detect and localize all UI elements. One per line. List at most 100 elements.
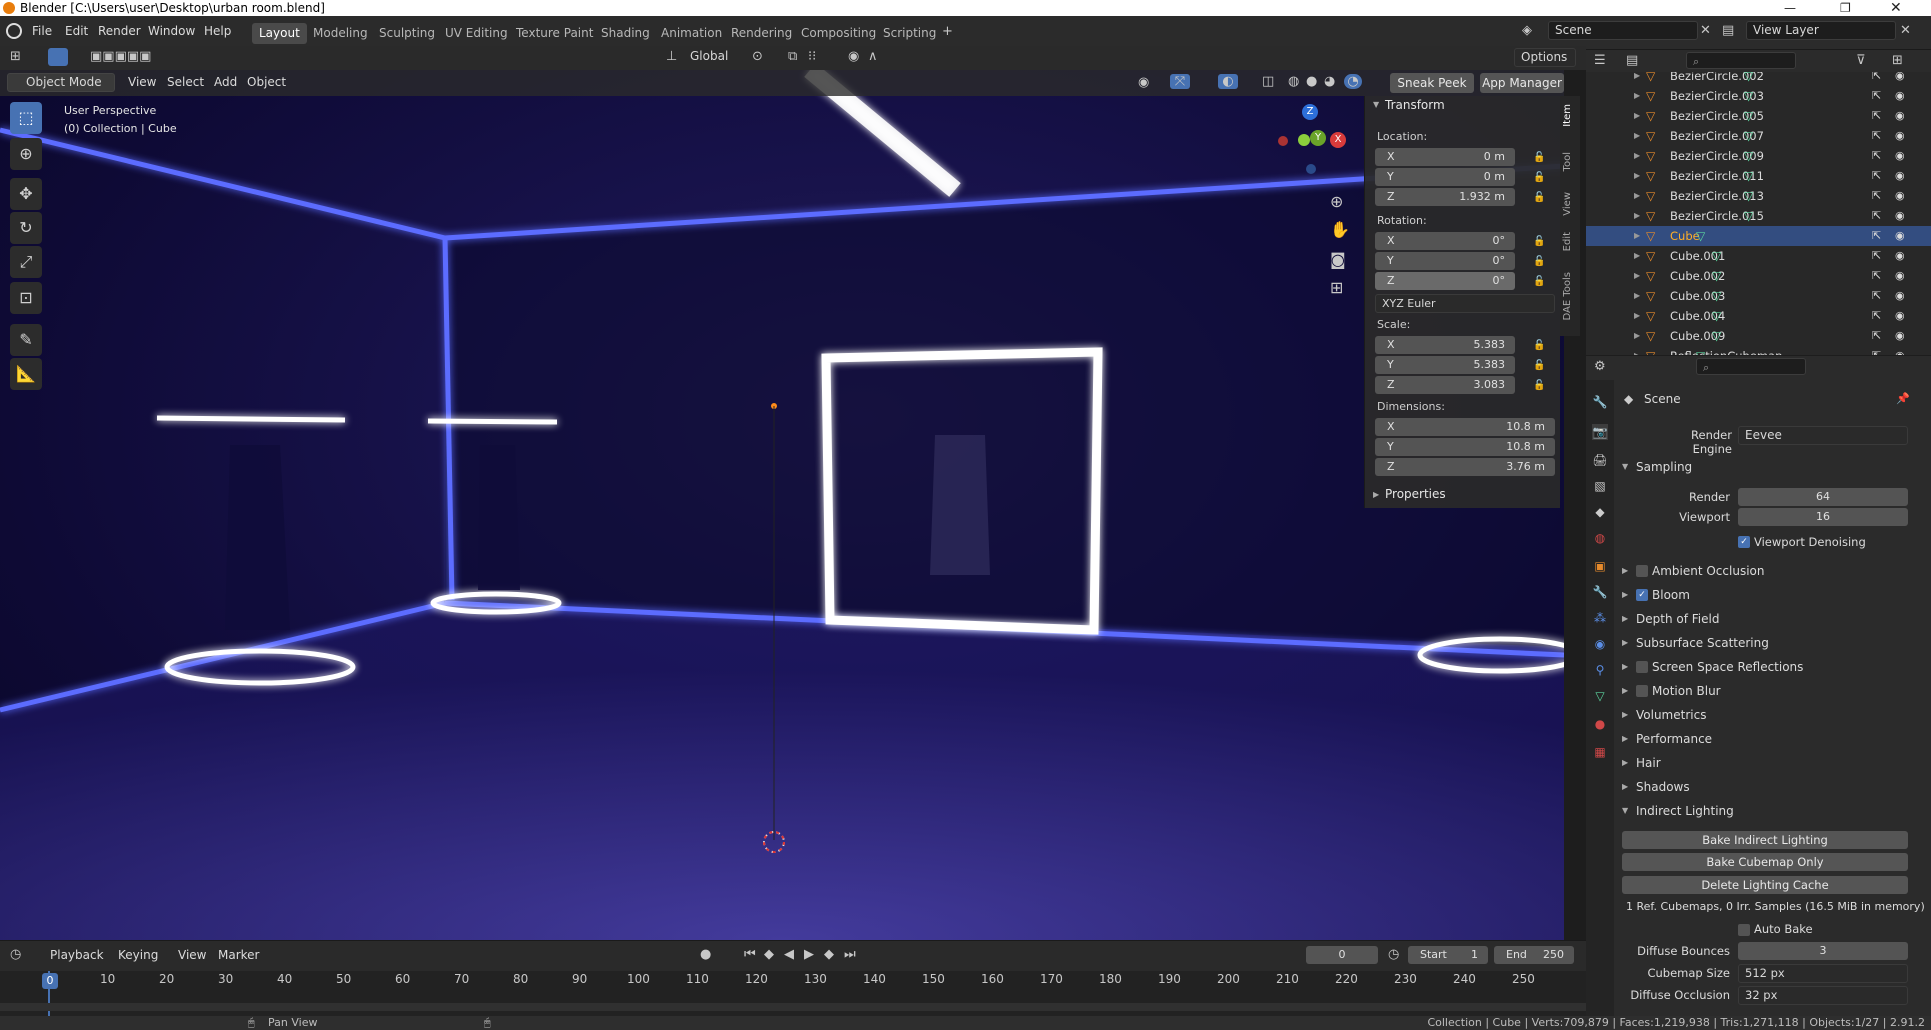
overlays-toggle-icon[interactable]: ◐ bbox=[1218, 74, 1238, 89]
tab-dae-tools[interactable]: DAE Tools bbox=[1562, 272, 1578, 321]
wireframe-shading-icon[interactable]: ◍ bbox=[1288, 74, 1299, 89]
expand-arrow-icon[interactable]: ▶ bbox=[1634, 206, 1640, 226]
location-x-field[interactable]: X 0 m bbox=[1375, 148, 1515, 166]
view-layer-icon[interactable]: ▤ bbox=[1722, 23, 1734, 38]
diffuse-bounces-field[interactable]: 3 bbox=[1738, 942, 1908, 960]
outliner-search-input[interactable]: ⌕ bbox=[1686, 52, 1796, 69]
view-layer-selector[interactable]: View Layer bbox=[1746, 21, 1896, 40]
auto-bake-checkbox[interactable] bbox=[1738, 924, 1750, 936]
gizmo-neg-x-icon[interactable] bbox=[1278, 136, 1288, 146]
section-enable-checkbox[interactable] bbox=[1636, 685, 1648, 697]
rotate-tool-icon[interactable]: ↻ bbox=[10, 212, 42, 244]
mode-dropdown[interactable]: Object Mode bbox=[7, 73, 115, 92]
settings-section-header[interactable]: ▶ Performance bbox=[1622, 728, 1912, 750]
output-tab-icon[interactable]: 🖨 bbox=[1592, 452, 1608, 468]
lock-icon[interactable]: 🔓 bbox=[1533, 172, 1545, 184]
material-tab-icon[interactable]: ● bbox=[1592, 716, 1608, 732]
tab-modeling[interactable]: Modeling bbox=[306, 23, 375, 44]
lock-icon[interactable]: 🔓 bbox=[1533, 152, 1545, 164]
scale-x-field[interactable]: X 5.383 bbox=[1375, 336, 1515, 354]
settings-section-header[interactable]: ▶ Screen Space Reflections bbox=[1622, 656, 1912, 678]
properties-expand-icon[interactable]: ▶ bbox=[1373, 490, 1379, 499]
expand-arrow-icon[interactable]: ▶ bbox=[1634, 146, 1640, 166]
gizmo-neg-y-icon[interactable] bbox=[1298, 134, 1310, 146]
outliner-item[interactable]: ▶ ▽ Cube.003 ▽ ⇱ ◉ bbox=[1586, 286, 1931, 306]
tab-sculpting[interactable]: Sculpting bbox=[372, 23, 442, 44]
add-workspace-icon[interactable]: + bbox=[942, 24, 953, 39]
menu-help[interactable]: Help bbox=[204, 24, 231, 38]
display-mode-icon[interactable]: ▤ bbox=[1626, 53, 1638, 68]
outliner-editor-icon[interactable]: ☰ bbox=[1594, 53, 1606, 68]
tab-compositing[interactable]: Compositing bbox=[794, 23, 883, 44]
sneak-peek-button[interactable]: Sneak Peek bbox=[1390, 73, 1474, 93]
selectable-icon[interactable]: ⇱ bbox=[1872, 186, 1881, 206]
diffuse-occlusion-dropdown[interactable]: 32 px bbox=[1738, 986, 1908, 1005]
indirect-lighting-panel-header[interactable]: ▼ Indirect Lighting bbox=[1622, 800, 1912, 822]
pin-icon[interactable]: 📌 bbox=[1896, 392, 1910, 405]
eye-icon[interactable]: ◉ bbox=[1895, 186, 1905, 206]
eye-icon[interactable]: ◉ bbox=[1895, 106, 1905, 126]
xray-icon[interactable]: ◫ bbox=[1262, 74, 1274, 89]
gizmo-neg-z-icon[interactable] bbox=[1306, 164, 1316, 174]
cursor-tool-icon[interactable]: ⊕ bbox=[10, 138, 42, 170]
settings-section-header[interactable]: ▶ Volumetrics bbox=[1622, 704, 1912, 726]
options-dropdown[interactable]: Options bbox=[1514, 48, 1576, 67]
gizmo-toggle-icon[interactable]: ⤧ bbox=[1170, 74, 1190, 89]
outliner-item[interactable]: ▶ ▽ BezierCircle.002 ▽ ⇱ ◉ bbox=[1586, 72, 1931, 86]
pan-hand-icon[interactable]: ✋ bbox=[1330, 220, 1350, 239]
eye-icon[interactable]: ◉ bbox=[1895, 346, 1905, 355]
marker-menu[interactable]: Marker bbox=[218, 948, 259, 962]
outliner-item[interactable]: ▶ ▽ Cube.009 ▽ ⇱ ◉ bbox=[1586, 326, 1931, 346]
expand-arrow-icon[interactable]: ▶ bbox=[1634, 346, 1640, 355]
lock-icon[interactable]: 🔓 bbox=[1533, 236, 1545, 248]
zoom-icon[interactable]: ⊕ bbox=[1330, 192, 1343, 211]
tab-scripting[interactable]: Scripting bbox=[876, 23, 943, 44]
section-enable-checkbox[interactable] bbox=[1636, 565, 1648, 577]
selectable-icon[interactable]: ⇱ bbox=[1872, 86, 1881, 106]
outliner-item[interactable]: ▶ ▽ BezierCircle.005 ▽ ⇱ ◉ bbox=[1586, 106, 1931, 126]
expand-arrow-icon[interactable]: ▶ bbox=[1634, 126, 1640, 146]
mesh-data-icon[interactable]: ▽ bbox=[1744, 146, 1753, 166]
particles-tab-icon[interactable]: ⁂ bbox=[1592, 610, 1608, 626]
transform-orientation-dropdown[interactable]: Global bbox=[684, 48, 748, 67]
playback-menu[interactable]: Playback bbox=[50, 948, 104, 962]
properties-panel-title[interactable]: Properties bbox=[1385, 487, 1446, 501]
editor-type-icon[interactable]: ⊞ bbox=[10, 49, 21, 64]
scene-icon[interactable]: ◈ bbox=[1522, 23, 1532, 38]
prev-keyframe-icon[interactable]: ◆ bbox=[764, 947, 774, 962]
tab-layout[interactable]: Layout bbox=[252, 23, 307, 44]
gizmo-y-icon[interactable]: Y bbox=[1310, 130, 1326, 146]
selectable-icon[interactable]: ⇱ bbox=[1872, 306, 1881, 326]
selectable-icon[interactable]: ⇱ bbox=[1872, 72, 1881, 86]
reverse-play-icon[interactable]: ◀ bbox=[784, 947, 794, 962]
eye-icon[interactable]: ◉ bbox=[1895, 266, 1905, 286]
selectable-icon[interactable]: ⇱ bbox=[1872, 346, 1881, 355]
location-z-field[interactable]: Z 1.932 m bbox=[1375, 188, 1515, 206]
render-engine-dropdown[interactable]: Eevee bbox=[1738, 426, 1908, 445]
tool-tab-icon[interactable]: 🔧 bbox=[1592, 394, 1608, 410]
rotation-y-field[interactable]: Y 0° bbox=[1375, 252, 1515, 270]
outliner-item[interactable]: ▶ ▽ Cube ▽ ⇱ ◉ bbox=[1586, 226, 1931, 246]
measure-tool-icon[interactable]: 📐 bbox=[10, 358, 42, 390]
blender-menu-icon[interactable] bbox=[6, 23, 22, 39]
filter-icon[interactable]: ⊽ bbox=[1856, 53, 1866, 68]
eye-icon[interactable]: ◉ bbox=[1895, 226, 1905, 246]
annotate-tool-icon[interactable]: ✎ bbox=[10, 324, 42, 356]
pivot-icon[interactable]: ⊙ bbox=[752, 49, 763, 64]
data-tab-icon[interactable]: ▽ bbox=[1592, 688, 1608, 704]
physics-tab-icon[interactable]: ◉ bbox=[1592, 636, 1608, 652]
camera-view-icon[interactable]: ◙ bbox=[1330, 250, 1346, 269]
selectable-icon[interactable]: ⇱ bbox=[1872, 106, 1881, 126]
close-icon[interactable]: ✕ bbox=[1890, 0, 1902, 16]
scale-z-field[interactable]: Z 3.083 bbox=[1375, 376, 1515, 394]
viewport-menu-object[interactable]: Object bbox=[247, 75, 286, 89]
outliner-item[interactable]: ▶ ▽ BezierCircle.003 ▽ ⇱ ◉ bbox=[1586, 86, 1931, 106]
tab-tool[interactable]: Tool bbox=[1562, 152, 1578, 171]
eye-icon[interactable]: ◉ bbox=[1895, 246, 1905, 266]
expand-arrow-icon[interactable]: ▶ bbox=[1634, 326, 1640, 346]
modifier-tab-icon[interactable]: 🔧 bbox=[1592, 584, 1608, 600]
selectable-icon[interactable]: ⇱ bbox=[1872, 266, 1881, 286]
minimize-icon[interactable]: — bbox=[1784, 0, 1796, 16]
rotation-z-field[interactable]: Z 0° bbox=[1375, 272, 1515, 290]
outliner-item[interactable]: ▶ ▽ BezierCircle.007 ▽ ⇱ ◉ bbox=[1586, 126, 1931, 146]
